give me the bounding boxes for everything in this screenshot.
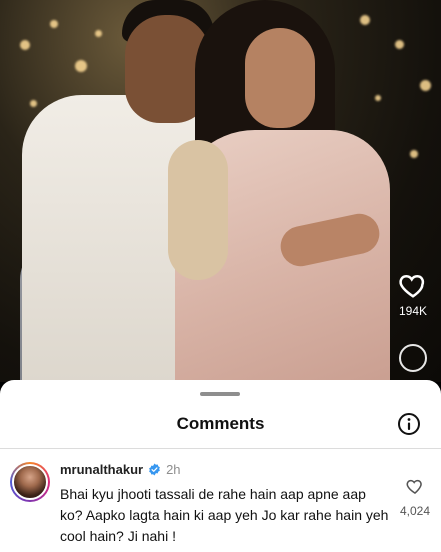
comment-text: Bhai kyu jhooti tassali de rahe hain aap… (60, 486, 389, 544)
bokeh-light (50, 20, 58, 28)
comment-icon[interactable] (399, 344, 427, 372)
info-icon[interactable] (397, 412, 421, 436)
comment-timestamp: 2h (166, 462, 181, 477)
avatar[interactable] (10, 462, 50, 502)
bokeh-light (360, 15, 370, 25)
reel-photo[interactable]: 194K (0, 0, 441, 382)
comment-username[interactable]: mrunalthakur (60, 462, 143, 477)
bokeh-light (95, 30, 102, 37)
sheet-title: Comments (176, 414, 265, 433)
bokeh-light (375, 95, 381, 101)
woman-figure-blouse (168, 140, 228, 280)
heart-icon[interactable] (398, 270, 428, 300)
sheet-divider (0, 448, 441, 449)
bokeh-light (395, 40, 404, 49)
heart-outline-icon[interactable] (405, 476, 425, 496)
reel-side-actions: 194K (393, 270, 433, 372)
comment-like: 4,024 (395, 476, 435, 518)
bokeh-light (75, 60, 87, 72)
reel-like-count: 194K (398, 304, 428, 318)
comment-header: mrunalthakur 2h (60, 462, 181, 477)
bokeh-light (30, 100, 37, 107)
sheet-drag-handle[interactable] (200, 392, 240, 396)
woman-figure-face (245, 28, 315, 128)
bokeh-light (420, 80, 431, 91)
comment-like-count: 4,024 (399, 504, 431, 518)
bokeh-light (410, 150, 418, 158)
bokeh-light (20, 40, 30, 50)
verified-badge-icon (149, 463, 160, 476)
avatar-image (12, 464, 48, 500)
comments-sheet: Comments mrunalthakur 2h Bhai kyu jhooti… (0, 380, 441, 552)
